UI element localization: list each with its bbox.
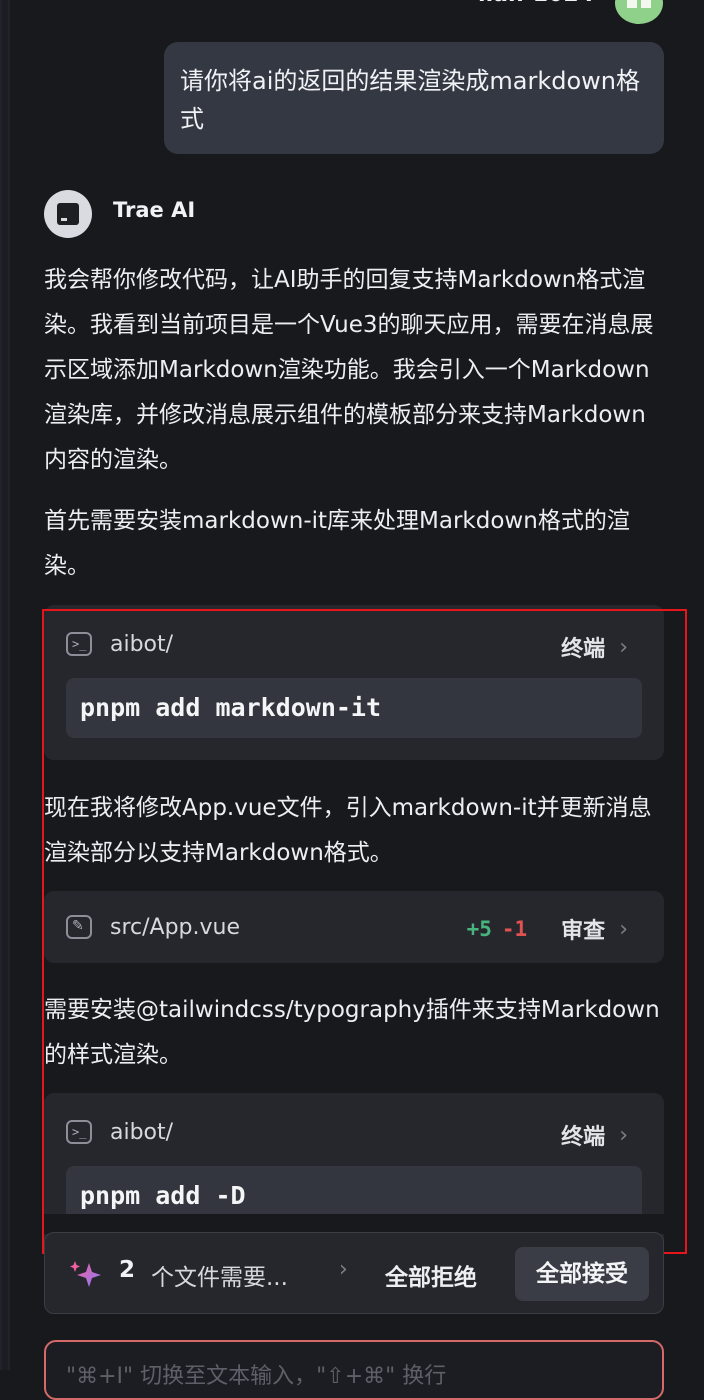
open-terminal-button[interactable]: 终端 › <box>561 1119 628 1151</box>
deletions-count: -1 <box>501 917 528 941</box>
ai-paragraph-3: 现在我将修改App.vue文件，引入markdown-it并更新消息渲染部分以支… <box>44 795 652 866</box>
terminal-card-1: >_ aibot/ 终端 › pnpm add markdown-it <box>44 605 664 760</box>
chevron-right-icon: › <box>619 1122 628 1148</box>
open-terminal-button[interactable]: 终端 › <box>561 631 628 663</box>
content-fade <box>44 1214 664 1234</box>
user-name: lian-1024 <box>478 0 594 7</box>
ai-avatar <box>44 190 92 238</box>
ai-paragraph-1: 我会帮你修改代码，让AI助手的回复支持Markdown格式渲染。我看到当前项目是… <box>44 267 654 473</box>
edit-icon: ✎ <box>66 915 92 939</box>
pending-file-count: 2 <box>119 1257 136 1283</box>
user-avatar <box>615 0 663 24</box>
user-message-text: 请你将ai的返回的结果渲染成markdown格式 <box>180 67 640 133</box>
pending-changes-bar: 2 个文件需要... › 全部拒绝 全部接受 <box>44 1232 664 1314</box>
accept-all-button[interactable]: 全部接受 <box>515 1247 649 1301</box>
chevron-right-icon[interactable]: › <box>339 1257 348 1282</box>
ai-paragraph-4: 需要安装@tailwindcss/typography插件来支持Markdown… <box>44 997 660 1068</box>
trae-logo-icon <box>57 203 79 225</box>
additions-count: +5 <box>466 917 492 941</box>
file-path: src/App.vue <box>110 914 241 940</box>
sparkle-icon <box>70 1261 101 1287</box>
command-block: pnpm add markdown-it <box>66 678 642 738</box>
ai-paragraph-2: 首先需要安装markdown-it库来处理Markdown格式的渲染。 <box>44 508 630 579</box>
ai-name: Trae AI <box>113 198 196 222</box>
pending-files-label[interactable]: 个文件需要... <box>151 1258 288 1292</box>
terminal-icon: >_ <box>66 632 92 656</box>
review-button[interactable]: 审查 <box>561 913 605 945</box>
terminal-icon: >_ <box>66 1120 92 1144</box>
scrollbar-thumb[interactable] <box>2 0 8 1370</box>
chat-input[interactable]: "⌘+I" 切换至文本输入，"⇧+⌘" 换行 <box>44 1340 664 1400</box>
chevron-right-icon: › <box>619 634 628 660</box>
scrollbar[interactable] <box>0 0 10 1370</box>
file-change-card[interactable]: ✎ src/App.vue +5 -1 审查 › <box>44 891 664 963</box>
chevron-right-icon: › <box>619 916 628 942</box>
terminal-path: aibot/ <box>110 1119 174 1145</box>
terminal-action-label: 终端 <box>561 1125 606 1150</box>
terminal-action-label: 终端 <box>561 637 606 662</box>
chat-input-placeholder: "⌘+I" 切换至文本输入，"⇧+⌘" 换行 <box>66 1364 447 1389</box>
user-message-bubble: 请你将ai的返回的结果渲染成markdown格式 <box>164 42 664 154</box>
reject-all-button[interactable]: 全部拒绝 <box>385 1258 477 1292</box>
terminal-path: aibot/ <box>110 631 174 657</box>
